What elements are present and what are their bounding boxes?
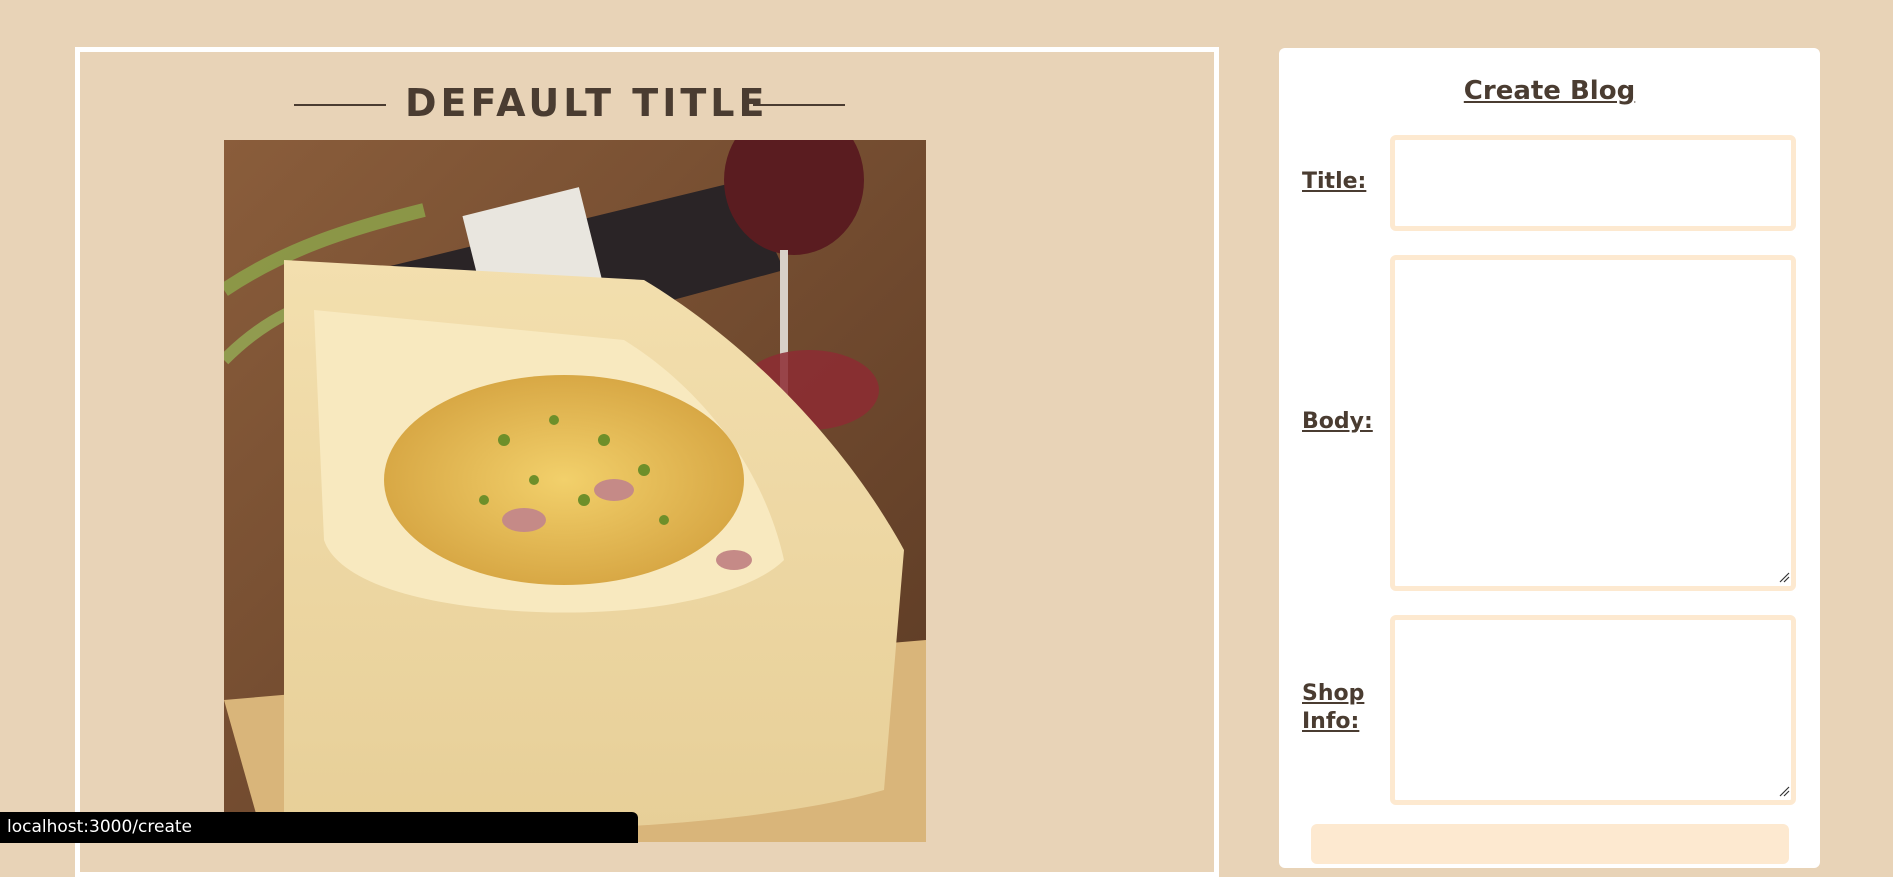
title-decoration-line-right bbox=[753, 104, 845, 106]
shop-info-label-line1: Shop bbox=[1302, 681, 1365, 706]
preview-title: DEFAULT TITLE bbox=[405, 81, 769, 125]
shop-info-label-line2: Info: bbox=[1302, 709, 1360, 734]
title-input[interactable] bbox=[1390, 135, 1796, 231]
shop-info-resize-grip-icon[interactable] bbox=[1778, 785, 1790, 797]
shop-info-textarea[interactable] bbox=[1390, 615, 1796, 805]
form-heading: Create Blog bbox=[1463, 76, 1636, 106]
blog-photo bbox=[224, 140, 926, 842]
body-textarea[interactable] bbox=[1390, 255, 1796, 591]
preview-title-row: DEFAULT TITLE bbox=[80, 80, 1214, 126]
pasta-photo-illustration bbox=[224, 140, 926, 842]
body-label: Body: bbox=[1302, 409, 1373, 434]
title-decoration-line-left bbox=[294, 104, 386, 106]
body-resize-grip-icon[interactable] bbox=[1778, 571, 1790, 583]
title-label: Title: bbox=[1302, 169, 1367, 194]
browser-status-bar: localhost:3000/create bbox=[0, 812, 638, 843]
create-blog-form: Create Blog Title: Body: Shop Info: bbox=[1279, 48, 1820, 868]
submit-button[interactable] bbox=[1311, 824, 1789, 864]
blog-preview-panel: DEFAULT TITLE bbox=[75, 47, 1219, 877]
shop-info-label: Shop Info: bbox=[1302, 680, 1382, 736]
